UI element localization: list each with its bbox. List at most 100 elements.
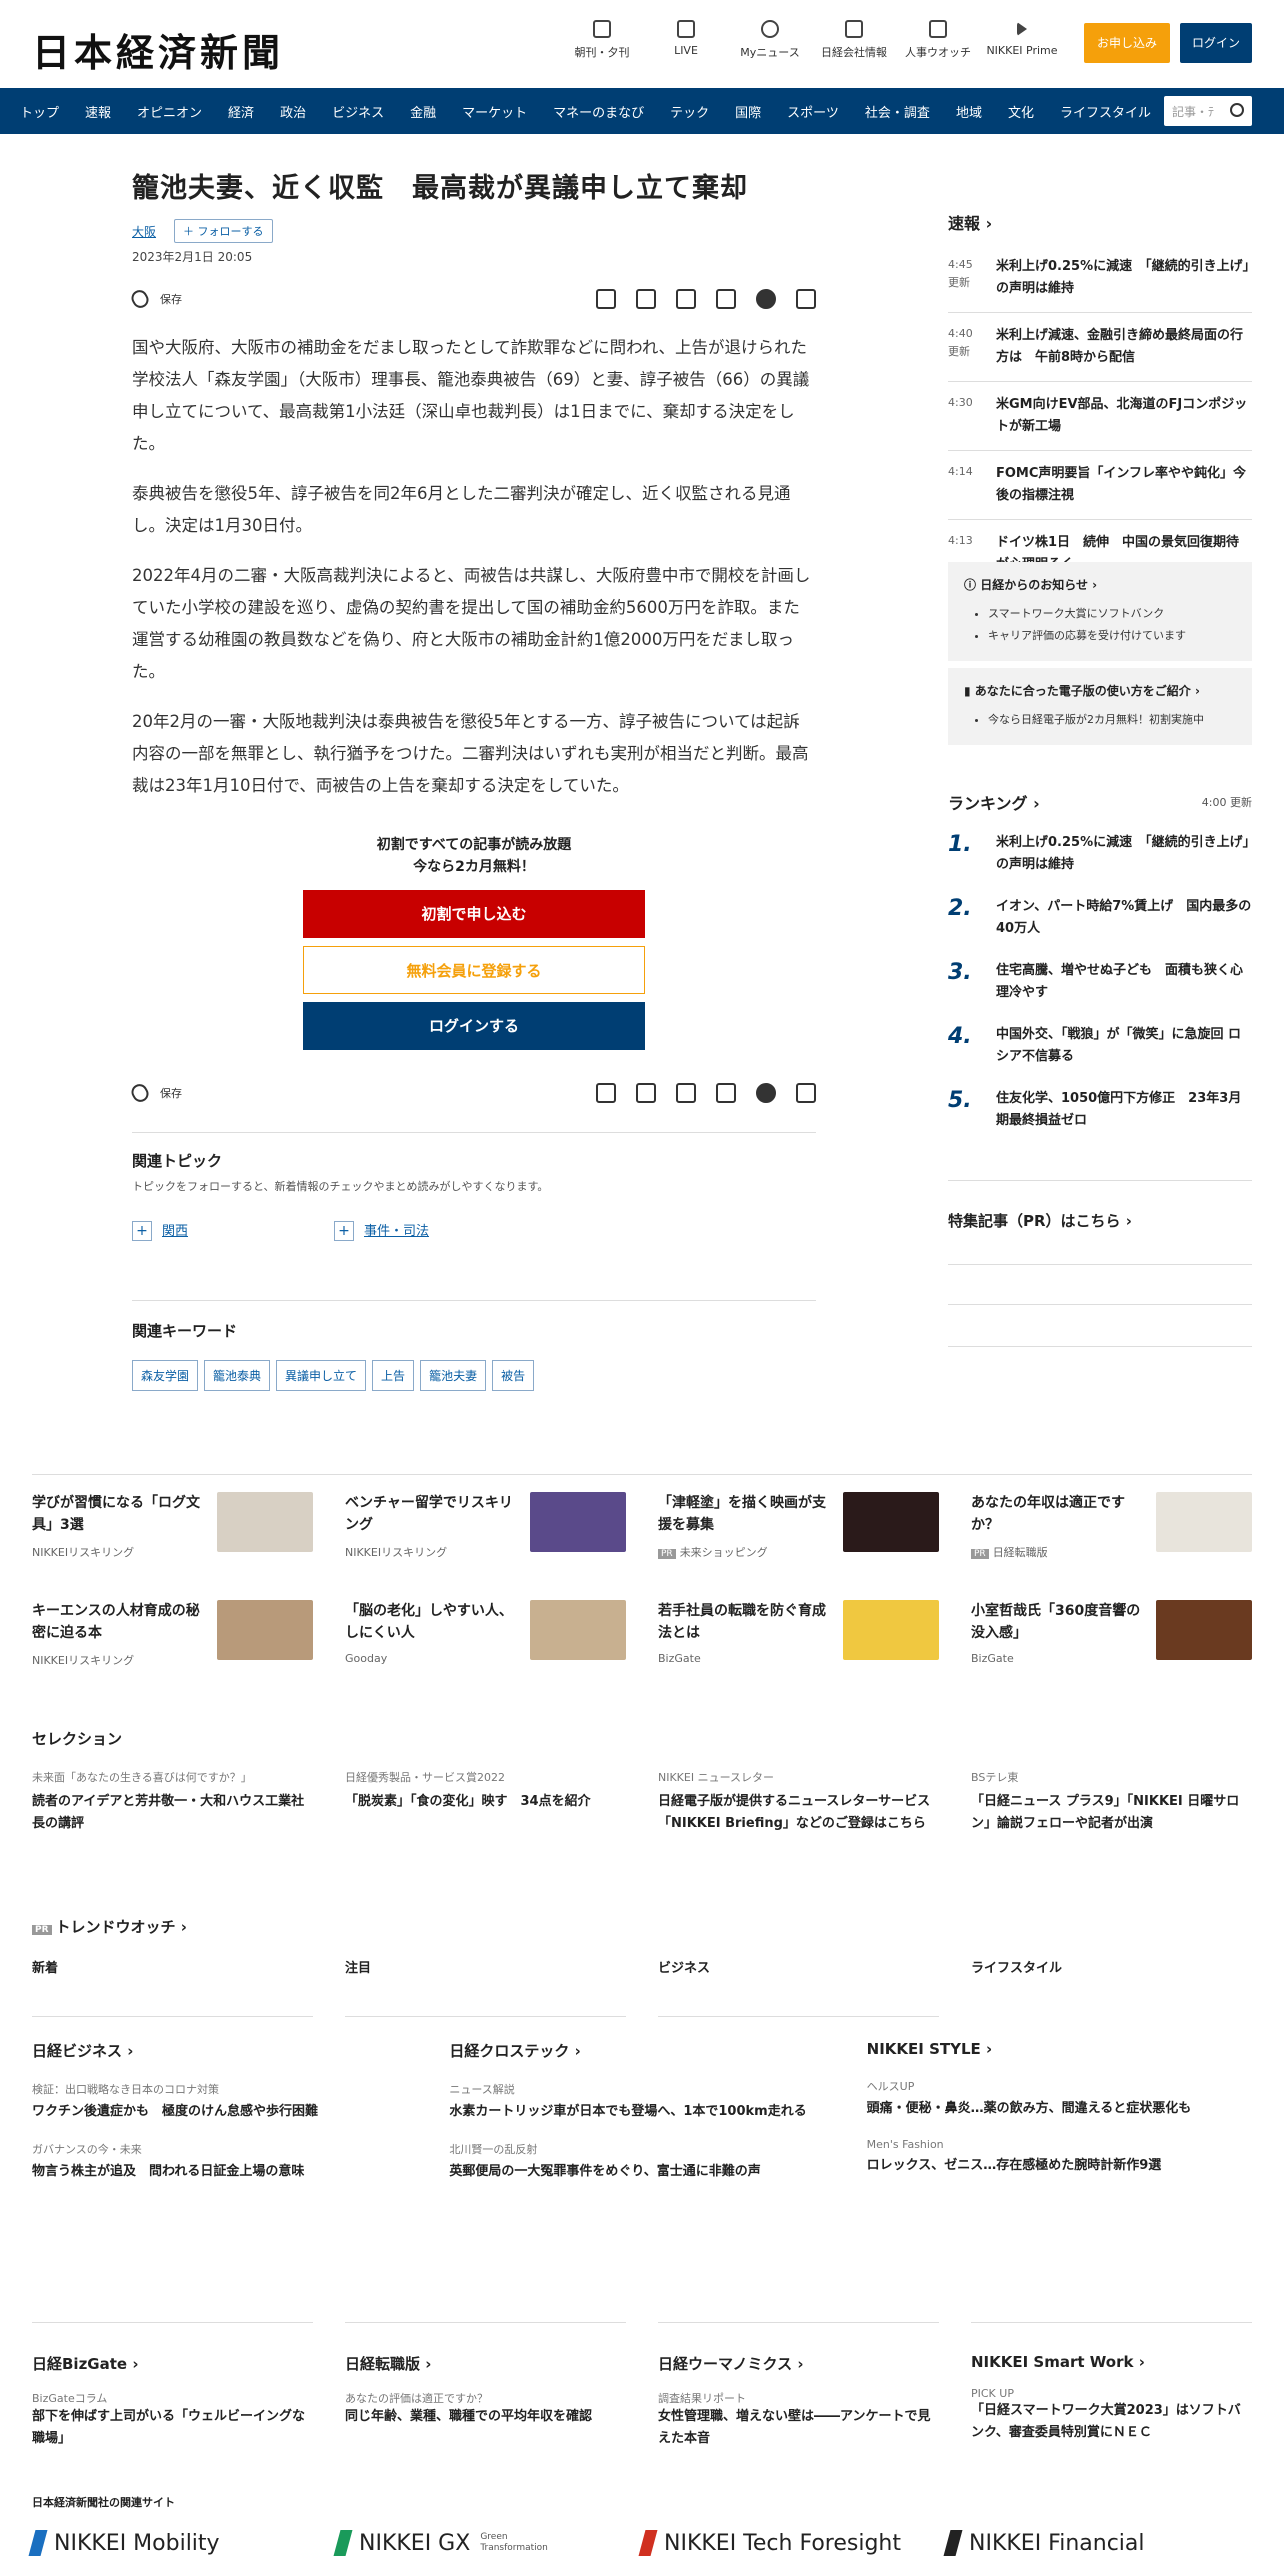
gnav-item[interactable]: トップ bbox=[20, 102, 59, 121]
header-nav-company-info[interactable]: 日経会社情報 bbox=[812, 20, 896, 60]
gnav-item[interactable]: 地域 bbox=[956, 102, 982, 121]
clip-icon[interactable] bbox=[128, 287, 152, 311]
media-title[interactable]: 日経ビジネス › bbox=[32, 2040, 417, 2061]
ranking-item[interactable]: 5. 住友化学、1050億円下方修正 23年3月期最終損益ゼロ bbox=[948, 1080, 1252, 1144]
clip-icon[interactable] bbox=[128, 1081, 152, 1105]
card-thumbnail[interactable] bbox=[530, 1492, 626, 1552]
mail-icon[interactable] bbox=[636, 1083, 656, 1103]
news-item[interactable]: 4:14 FOMC声明要旨「インフレ率やや鈍化」今後の指標注視 bbox=[948, 451, 1252, 520]
promo-card[interactable]: 若手社員の転職を防ぐ育成法とは BizGate bbox=[658, 1600, 939, 1676]
media-article[interactable]: ロレックス、ゼニス…存在感極めた腕時計新作9選 bbox=[867, 2155, 1252, 2177]
plus-icon[interactable]: + bbox=[132, 1220, 152, 1241]
article-tag[interactable]: 大阪 bbox=[132, 223, 156, 240]
notice-item[interactable]: キャリア評価の応募を受け付けています bbox=[988, 625, 1236, 647]
gnav-item[interactable]: 経済 bbox=[228, 102, 254, 121]
related-brand-logo[interactable]: NIKKEI Financial bbox=[943, 2530, 1252, 2556]
keyword[interactable]: 上告 bbox=[372, 1360, 415, 1391]
gnav-item[interactable]: 社会・調査 bbox=[865, 102, 930, 121]
gnav-item[interactable]: スポーツ bbox=[787, 102, 839, 121]
news-item[interactable]: 4:40 更新 米利上げ減速、金融引き締め最終局面の行方は 午前8時から配信 bbox=[948, 313, 1252, 382]
gnav-item[interactable]: 文化 bbox=[1008, 102, 1034, 121]
card-thumbnail[interactable] bbox=[1156, 1492, 1252, 1552]
search-icon[interactable] bbox=[1230, 103, 1244, 117]
ranking-item[interactable]: 4. 中国外交、「戦狼」が「微笑」に急旋回 ロシア不信募る bbox=[948, 1016, 1252, 1080]
news-item[interactable]: 4:30 米GM向けEV部品、北海道のFJコンポジットが新工場 bbox=[948, 382, 1252, 451]
ranking-item[interactable]: 2. イオン、パート時給7%賃上げ 国内最多の40万人 bbox=[948, 888, 1252, 952]
media-title[interactable]: NIKKEI STYLE › bbox=[867, 2040, 1252, 2058]
ranking-title[interactable]: ランキング › bbox=[948, 790, 1040, 814]
gnav-item[interactable]: マーケット bbox=[462, 102, 527, 121]
card-thumbnail[interactable] bbox=[843, 1600, 939, 1660]
sokuho-title[interactable]: 速報 › bbox=[948, 210, 1252, 234]
related-brand-logo[interactable]: NIKKEI Mobility bbox=[28, 2530, 337, 2556]
edition-item[interactable]: 今なら日経電子版が2カ月無料！初割実施中 bbox=[988, 709, 1236, 731]
promo-card[interactable]: 学びが習慣になる「ログ文具」3選 NIKKEIリスキリング bbox=[32, 1492, 313, 1568]
media-article[interactable]: 英郵便局の一大冤罪事件をめぐり、富士通に非難の声 bbox=[449, 2161, 834, 2183]
media-article[interactable]: 水素カートリッジ車が日本でも登場へ、1本で100km走れる bbox=[449, 2101, 834, 2123]
header-nav-prime[interactable]: NIKKEI Prime bbox=[980, 20, 1064, 60]
header-nav-mynews[interactable]: Myニュース bbox=[728, 20, 812, 60]
media-title[interactable]: 日経クロステック › bbox=[449, 2040, 834, 2061]
card-thumbnail[interactable] bbox=[843, 1492, 939, 1552]
keyword[interactable]: 籠池夫妻 bbox=[420, 1360, 487, 1391]
card-thumbnail[interactable] bbox=[1156, 1600, 1252, 1660]
notice-box[interactable]: ⓘ 日経からのお知らせ › スマートワーク大賞にソフトバンクキャリア評価の応募を… bbox=[948, 562, 1252, 661]
media-article[interactable]: 「日経スマートワーク大賞2023」はソフトバンク、審査委員特別賞にＮＥＣ bbox=[971, 2400, 1252, 2444]
promo-card[interactable]: 小室哲哉氏「360度音響の没入感」 BizGate bbox=[971, 1600, 1252, 1676]
facebook-icon[interactable] bbox=[756, 289, 776, 309]
promo-card[interactable]: ベンチャー留学でリスキリング NIKKEIリスキリング bbox=[345, 1492, 626, 1568]
promo-card[interactable]: あなたの年収は適正ですか？ PR 日経転職版 bbox=[971, 1492, 1252, 1568]
subscribe-button[interactable]: 初割で申し込む bbox=[303, 890, 645, 938]
media-title[interactable]: 日経転職版 › bbox=[345, 2353, 626, 2374]
news-item[interactable]: 4:45 更新 米利上げ0.25%に減速 「継続的引き上げ」の声明は維持 bbox=[948, 244, 1252, 313]
media-article[interactable]: 部下を伸ばす上司がいる「ウェルビーイングな職場」 bbox=[32, 2406, 313, 2450]
trend-col[interactable]: 新着 bbox=[32, 1957, 313, 2017]
plus-icon[interactable]: + bbox=[334, 1220, 354, 1241]
related-brand-logo[interactable]: NIKKEI Tech Foresight bbox=[638, 2530, 947, 2556]
search-input[interactable]: 記事・ﾃ bbox=[1164, 96, 1252, 126]
ranking-item[interactable]: 3. 住宅高騰、増やせぬ子ども 面積も狭く心理冷やす bbox=[948, 952, 1252, 1016]
save-label[interactable]: 保存 bbox=[160, 291, 182, 307]
keyword[interactable]: 異議申し立て bbox=[276, 1360, 367, 1391]
gnav-item[interactable]: 政治 bbox=[280, 102, 306, 121]
gnav-item[interactable]: マネーのまなび bbox=[553, 102, 644, 121]
follow-button[interactable]: ＋ フォローする bbox=[174, 219, 273, 243]
selection-item[interactable]: 未来面「あなたの生きる喜びは何ですか？」 読者のアイデアと芳井敬一・大和ハウス工業… bbox=[32, 1769, 313, 1835]
twitter-icon[interactable] bbox=[716, 1083, 736, 1103]
gnav-item[interactable]: 金融 bbox=[410, 102, 436, 121]
facebook-icon[interactable] bbox=[756, 1083, 776, 1103]
media-article[interactable]: 頭痛・便秘・鼻炎…薬の飲み方、間違えると症状悪化も bbox=[867, 2098, 1252, 2120]
trend-title[interactable]: PR トレンドウオッチ › bbox=[32, 1916, 1252, 1937]
nikkei-logo[interactable]: 日本経済新聞 bbox=[32, 22, 284, 77]
media-article[interactable]: 同じ年齢、業種、職種での平均年収を確認 bbox=[345, 2406, 626, 2428]
twitter-icon[interactable] bbox=[716, 289, 736, 309]
note-icon[interactable] bbox=[676, 1083, 696, 1103]
gnav-item[interactable]: 速報 bbox=[85, 102, 111, 121]
media-article[interactable]: 物言う株主が追及 問われる日証金上場の意味 bbox=[32, 2161, 417, 2183]
keyword[interactable]: 森友学園 bbox=[132, 1360, 199, 1391]
paywall-login-button[interactable]: ログインする bbox=[303, 1002, 645, 1050]
register-button[interactable]: 無料会員に登録する bbox=[303, 946, 645, 994]
save-label[interactable]: 保存 bbox=[160, 1085, 182, 1101]
note-icon[interactable] bbox=[676, 289, 696, 309]
ranking-item[interactable]: 1. 米利上げ0.25%に減速 「継続的引き上げ」の声明は維持 bbox=[948, 824, 1252, 888]
media-title[interactable]: 日経BizGate › bbox=[32, 2353, 313, 2374]
keyword[interactable]: 籠池泰典 bbox=[204, 1360, 271, 1391]
share-icon[interactable] bbox=[796, 289, 816, 309]
trend-col[interactable]: 注目 bbox=[345, 1957, 626, 2017]
header-nav-live[interactable]: LIVE bbox=[644, 20, 728, 60]
keyword[interactable]: 被告 bbox=[492, 1360, 535, 1391]
header-nav-morning-evening[interactable]: 朝刊・夕刊 bbox=[560, 20, 644, 60]
card-thumbnail[interactable] bbox=[217, 1600, 313, 1660]
gnav-item[interactable]: テック bbox=[670, 102, 709, 121]
apply-button[interactable]: お申し込み bbox=[1084, 23, 1170, 63]
topic-item[interactable]: + 関西 bbox=[132, 1220, 188, 1241]
media-article[interactable]: 女性管理職、増えない壁は――アンケートで見えた本音 bbox=[658, 2406, 939, 2450]
login-button[interactable]: ログイン bbox=[1180, 23, 1252, 63]
promo-card[interactable]: 「津軽塗」を描く映画が支援を募集 PR 未来ショッピング bbox=[658, 1492, 939, 1568]
selection-item[interactable]: 日経優秀製品・サービス賞2022 「脱炭素」「食の変化」映す 34点を紹介 bbox=[345, 1769, 626, 1835]
gnav-item[interactable]: オピニオン bbox=[137, 102, 202, 121]
media-title[interactable]: NIKKEI Smart Work › bbox=[971, 2353, 1252, 2371]
gnav-item[interactable]: ビジネス bbox=[332, 102, 384, 121]
related-brand-logo[interactable]: NIKKEI GX Green Transformation bbox=[333, 2530, 642, 2556]
